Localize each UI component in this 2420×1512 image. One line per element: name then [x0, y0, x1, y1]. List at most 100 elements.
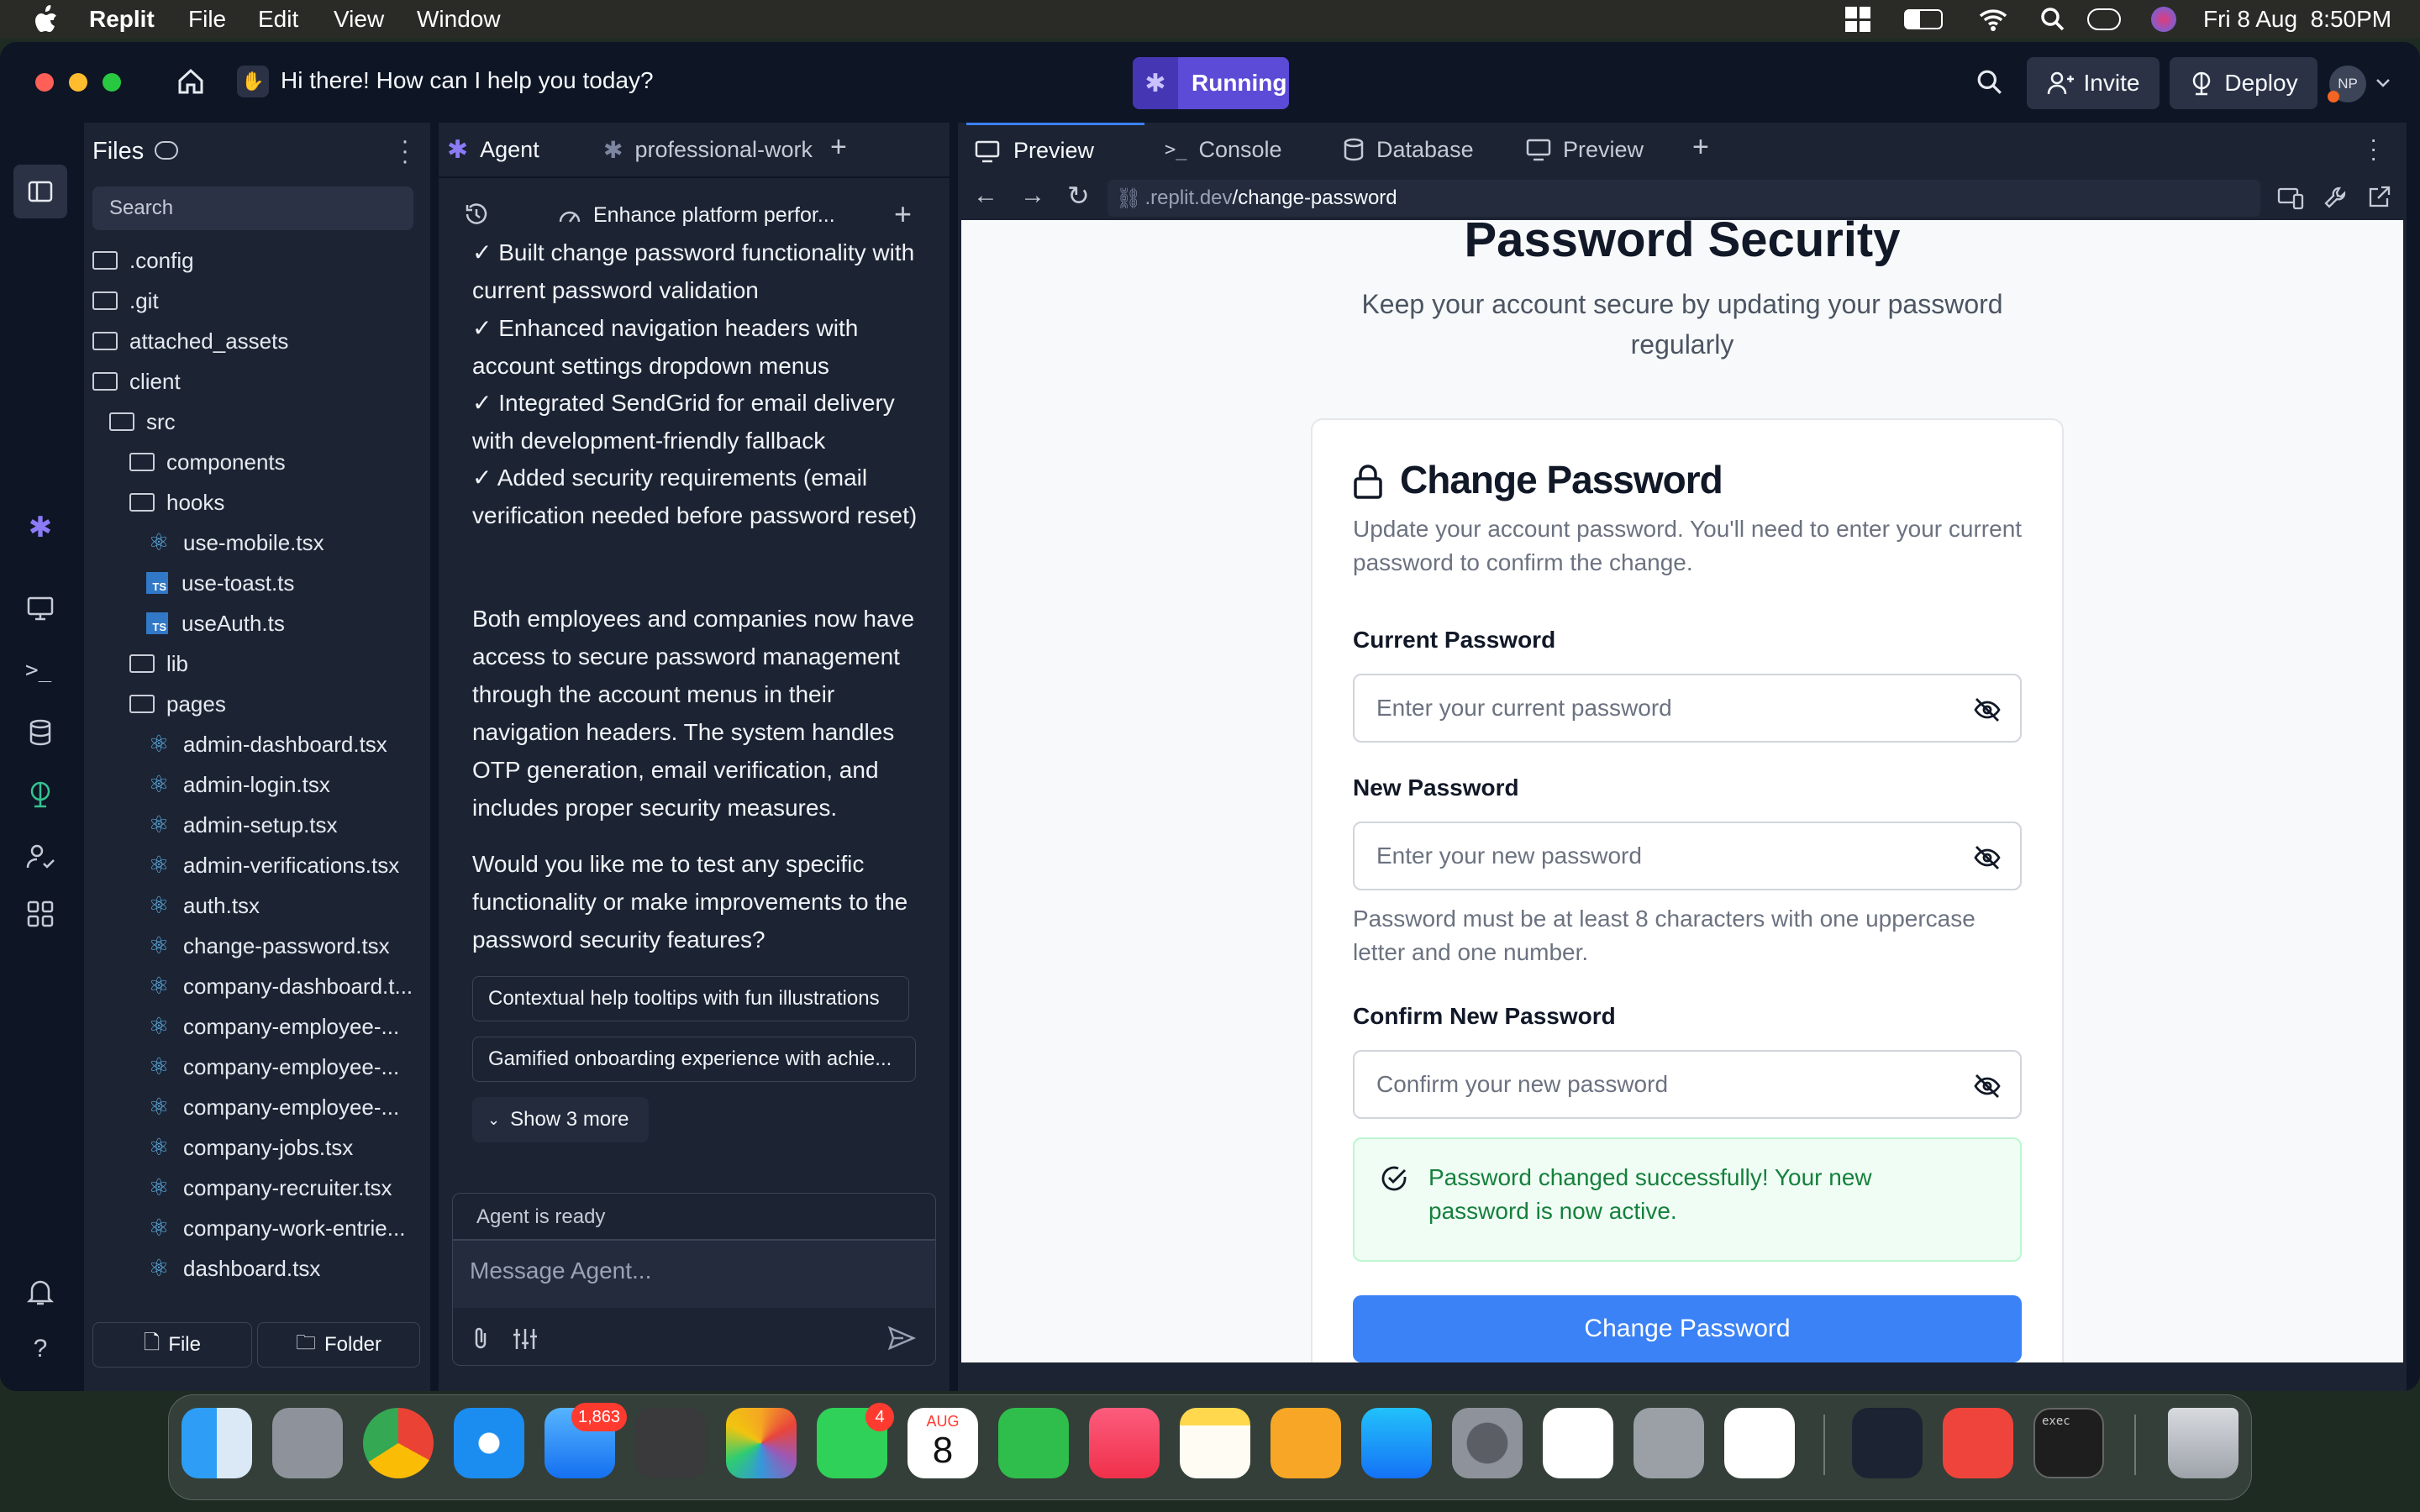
file-tree-item[interactable]: ⚛ admin-dashboard.tsx	[146, 724, 387, 764]
tab-preview[interactable]: Preview	[966, 123, 1144, 176]
app-menu[interactable]: Replit	[89, 6, 155, 33]
file-tree-item[interactable]: ⚛ company-dashboard.t...	[146, 966, 413, 1006]
files-search-input[interactable]: Search	[92, 186, 413, 230]
safari-icon[interactable]	[454, 1408, 524, 1478]
show-more-button[interactable]: ⌄ Show 3 more	[472, 1097, 649, 1142]
chevron-down-icon[interactable]	[2375, 77, 2391, 89]
change-password-button[interactable]: Change Password	[1353, 1295, 2022, 1362]
file-tree-item[interactable]: ⚛ company-recruiter.tsx	[146, 1168, 392, 1208]
new-file-button[interactable]: 🗋 File	[92, 1322, 252, 1368]
search-icon[interactable]	[2040, 7, 2065, 32]
apple-icon[interactable]	[34, 5, 59, 34]
terminal-icon[interactable]: exec	[2033, 1408, 2104, 1478]
wifi-icon[interactable]	[1978, 7, 2008, 32]
notes-icon[interactable]	[1180, 1408, 1250, 1478]
file-tree-item[interactable]: src	[109, 402, 176, 442]
file-tree-item[interactable]: ⚛ company-employee-...	[146, 1087, 399, 1127]
file-tree-item[interactable]: TS use-toast.ts	[146, 563, 294, 603]
tab-preview-2[interactable]: Preview	[1516, 123, 1684, 176]
file-tree-item[interactable]: ⚛ auth.tsx	[146, 885, 260, 926]
menu-file[interactable]: File	[188, 6, 226, 33]
tab-console[interactable]: >_ Console	[1155, 123, 1323, 176]
new-thread-icon[interactable]: +	[894, 197, 912, 232]
file-tree-item[interactable]: ⚛ company-employee-...	[146, 1006, 399, 1047]
file-tree-item[interactable]: client	[92, 361, 181, 402]
control-center-icon[interactable]	[2087, 8, 2121, 30]
new-folder-button[interactable]: 🗀 Folder	[257, 1322, 420, 1368]
user-check-icon[interactable]	[25, 842, 55, 872]
preview-webpage[interactable]: Password Security Keep your account secu…	[961, 220, 2403, 1362]
confirm-password-input[interactable]: Confirm your new password	[1353, 1050, 2022, 1119]
chat-scroll[interactable]: ✓ Built change password functionality wi…	[439, 234, 950, 1299]
calculator-icon[interactable]	[635, 1408, 706, 1478]
windows-icon[interactable]	[1845, 7, 1870, 32]
url-input[interactable]: ⛓ .replit.dev/change-password	[1107, 180, 2260, 217]
file-tree-item[interactable]: ⚛ admin-setup.tsx	[146, 805, 337, 845]
assistant-prompt[interactable]: Hi there! How can I help you today?	[281, 67, 654, 94]
file-tree-item[interactable]: components	[129, 442, 286, 482]
siri-icon[interactable]	[2151, 7, 2176, 32]
finder-icon[interactable]	[182, 1408, 252, 1478]
message-input[interactable]: Message Agent...	[453, 1241, 935, 1308]
file-tree-item[interactable]: ⚛ email-verification.tsx	[146, 1289, 381, 1299]
music-icon[interactable]	[1089, 1408, 1160, 1478]
send-icon[interactable]	[886, 1325, 917, 1352]
launchpad-icon[interactable]	[272, 1408, 343, 1478]
app-store-icon[interactable]	[1361, 1408, 1432, 1478]
toggle-sidebar-button[interactable]	[13, 165, 67, 218]
eye-off-icon[interactable]	[1973, 696, 2002, 724]
forward-arrow-icon[interactable]: →	[1020, 181, 1045, 210]
suggestion-chip[interactable]: Gamified onboarding experience with achi…	[472, 1037, 916, 1082]
zoom-window-button[interactable]	[103, 73, 121, 92]
menubar-clock[interactable]: Fri 8 Aug 8:50PM	[2203, 6, 2391, 33]
file-tree-item[interactable]: hooks	[129, 482, 224, 522]
file-tree-item[interactable]: .git	[92, 281, 159, 321]
add-tab-icon[interactable]: +	[830, 131, 847, 164]
current-password-input[interactable]: Enter your current password	[1353, 674, 2022, 743]
add-tab-icon[interactable]: +	[1692, 131, 1709, 164]
agent-tool-icon[interactable]: ✱	[25, 512, 55, 543]
numbers-icon[interactable]	[998, 1408, 1069, 1478]
wrench-icon[interactable]	[2323, 185, 2348, 210]
invite-button[interactable]: Invite	[2027, 57, 2160, 109]
search-icon[interactable]	[1976, 69, 2003, 96]
home-icon[interactable]	[176, 67, 205, 96]
panel-more-icon[interactable]: · · ·	[2370, 128, 2377, 170]
devices-icon[interactable]	[2277, 186, 2304, 210]
photos-icon[interactable]	[726, 1408, 797, 1478]
eye-off-icon[interactable]	[1973, 843, 2002, 872]
anydesk-icon[interactable]	[1943, 1408, 2013, 1478]
external-link-icon[interactable]	[2366, 185, 2391, 210]
pages-icon[interactable]	[1270, 1408, 1341, 1478]
file-tree-item[interactable]: ⚛ admin-verifications.tsx	[146, 845, 399, 885]
file-tree-item[interactable]: .config	[92, 240, 194, 281]
deployments-tool-icon[interactable]	[25, 780, 55, 810]
file-tree-item[interactable]: ⚛ company-employee-...	[146, 1047, 399, 1087]
console-tool-icon[interactable]: >_	[25, 655, 55, 685]
tab-professional-work[interactable]: ✱ professional-work	[603, 123, 847, 176]
file-tree-item[interactable]: TS useAuth.ts	[146, 603, 285, 643]
windows-app-icon[interactable]	[1543, 1408, 1613, 1478]
attach-icon[interactable]	[470, 1326, 493, 1352]
running-button[interactable]: ✱ Running	[1133, 57, 1289, 109]
eye-off-icon[interactable]	[1973, 1072, 2002, 1100]
database-tool-icon[interactable]	[25, 717, 55, 748]
settings-sliders-icon[interactable]	[512, 1326, 539, 1352]
calendar-icon[interactable]: AUG 8	[908, 1408, 978, 1478]
trash-icon[interactable]	[2168, 1408, 2238, 1478]
apps-grid-icon[interactable]	[25, 899, 55, 929]
file-tree-item[interactable]: ⚛ company-jobs.tsx	[146, 1127, 353, 1168]
file-tree-item[interactable]: pages	[129, 684, 226, 724]
reload-icon[interactable]: ↻	[1067, 180, 1090, 212]
bell-icon[interactable]	[25, 1277, 55, 1307]
file-tree-item[interactable]: ⚛ use-mobile.tsx	[146, 522, 324, 563]
minimize-window-button[interactable]	[69, 73, 87, 92]
system-settings-icon[interactable]	[1452, 1408, 1523, 1478]
suggestion-chip[interactable]: Contextual help tooltips with fun illust…	[472, 976, 909, 1021]
menu-view[interactable]: View	[334, 6, 384, 33]
thread-title[interactable]: Enhance platform perfor...	[593, 203, 835, 228]
vscode-icon[interactable]	[1724, 1408, 1795, 1478]
deploy-button[interactable]: Deploy	[2170, 57, 2317, 109]
tab-agent[interactable]: ✱ Agent	[447, 123, 595, 176]
file-tree-item[interactable]: ⚛ company-work-entrie...	[146, 1208, 405, 1248]
